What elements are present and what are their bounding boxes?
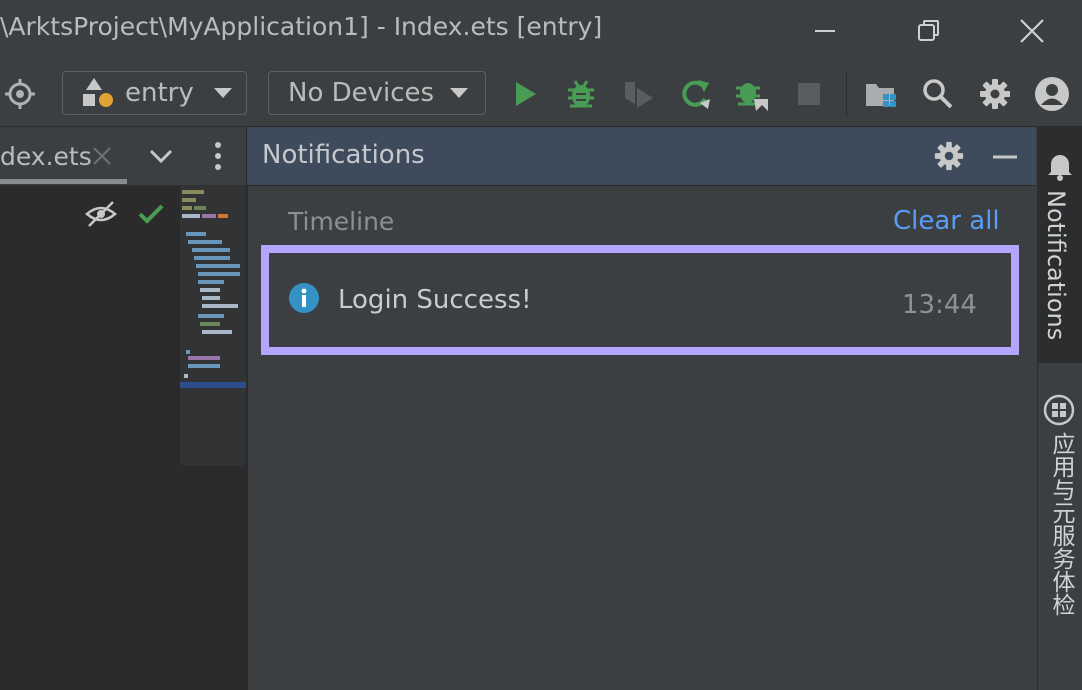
- debug-button[interactable]: [561, 72, 601, 116]
- restore-button[interactable]: [904, 8, 954, 54]
- notifications-settings-button[interactable]: [933, 140, 967, 172]
- inspection-status[interactable]: [136, 200, 166, 228]
- minimize-icon: [815, 30, 835, 32]
- hide-panel-button[interactable]: [990, 145, 1022, 169]
- show-tabs-button[interactable]: [146, 142, 178, 170]
- toolbar-separator: [846, 72, 847, 116]
- settings-button[interactable]: [975, 72, 1015, 116]
- attach-debugger-button[interactable]: [732, 72, 772, 116]
- device-selector[interactable]: No Devices: [268, 71, 486, 115]
- chevron-down-icon: [450, 88, 469, 98]
- info-icon: [288, 282, 322, 316]
- app-service-check-icon: [1041, 392, 1077, 428]
- module-icon: [83, 78, 113, 107]
- reader-mode-toggle[interactable]: [84, 200, 118, 230]
- bell-icon: [1045, 150, 1075, 182]
- window-title: \ArktsProject\MyApplication1] - Index.et…: [0, 12, 603, 41]
- stop-button[interactable]: [789, 72, 829, 116]
- minimize-button[interactable]: [800, 8, 850, 54]
- notifications-tool-label: Notifications: [1042, 190, 1070, 341]
- project-structure-button[interactable]: [861, 72, 901, 116]
- gear-icon: [980, 79, 1010, 109]
- checkmark-icon: [138, 204, 164, 224]
- eye-crossed-icon: [85, 201, 117, 227]
- avatar-icon: [1035, 77, 1069, 111]
- module-selector[interactable]: entry: [62, 71, 247, 115]
- close-window-button[interactable]: [1007, 8, 1057, 54]
- folder-grid-icon: [866, 84, 896, 107]
- profiler-icon: [625, 82, 653, 108]
- notification-message: Login Success!: [338, 285, 532, 315]
- tab-index-ets[interactable]: dex.ets: [0, 142, 92, 171]
- active-tab-indicator: [0, 179, 127, 184]
- apply-changes-button[interactable]: [675, 72, 715, 116]
- device-label: No Devices: [288, 78, 435, 108]
- run-icon: [516, 82, 536, 106]
- notification-timestamp: 13:44: [902, 290, 977, 320]
- bug-icon: [568, 80, 594, 108]
- code-minimap[interactable]: [180, 186, 246, 466]
- notifications-title: Notifications: [262, 140, 425, 170]
- close-tab-button[interactable]: [90, 144, 116, 170]
- account-button[interactable]: [1032, 72, 1072, 116]
- timeline-section-label: Timeline: [288, 207, 395, 236]
- search-button[interactable]: [918, 72, 958, 116]
- search-icon: [923, 79, 953, 109]
- refresh-icon: [682, 80, 710, 109]
- stop-icon: [798, 83, 820, 105]
- app-service-check-tool-button[interactable]: 应用与元服务体检: [1044, 432, 1078, 616]
- locate-button[interactable]: [0, 72, 40, 116]
- tab-more-button[interactable]: [208, 140, 228, 172]
- profile-button[interactable]: [618, 72, 658, 116]
- more-vertical-icon: [215, 142, 221, 170]
- chevron-down-icon: [149, 149, 173, 164]
- restore-icon: [918, 20, 939, 41]
- run-button[interactable]: [505, 72, 545, 116]
- chevron-down-icon: [213, 88, 232, 98]
- close-icon: [93, 147, 111, 165]
- debug-attach-icon: [736, 83, 768, 111]
- gear-icon: [934, 141, 964, 171]
- clear-all-link[interactable]: Clear all: [893, 206, 1000, 236]
- module-label: entry: [125, 78, 194, 108]
- crosshair-icon: [5, 79, 35, 109]
- minimize-icon: [993, 155, 1017, 159]
- close-icon: [1020, 19, 1044, 43]
